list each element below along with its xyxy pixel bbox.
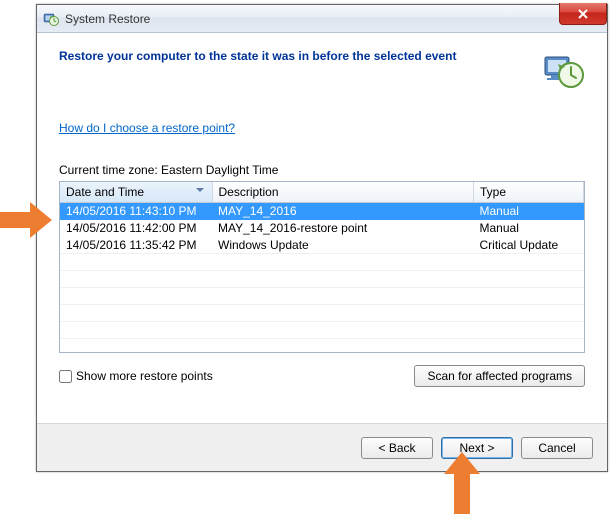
titlebar: System Restore (37, 5, 607, 33)
table-row[interactable]: 14/05/2016 11:42:00 PMMAY_14_2016-restor… (60, 220, 584, 237)
table-row[interactable]: 14/05/2016 11:35:42 PMWindows UpdateCrit… (60, 237, 584, 254)
cell-type: Manual (474, 220, 584, 237)
scan-affected-button[interactable]: Scan for affected programs (414, 365, 585, 387)
table-row-empty (60, 288, 584, 305)
help-link[interactable]: How do I choose a restore point? (59, 121, 235, 135)
column-label: Description (219, 185, 279, 199)
cell-description: MAY_14_2016 (212, 203, 474, 220)
cell-type: Critical Update (474, 237, 584, 254)
back-button[interactable]: < Back (361, 437, 433, 459)
restore-large-icon (541, 47, 585, 91)
wizard-footer: < Back Next > Cancel (37, 423, 607, 471)
system-restore-window: System Restore Restore your computer to … (36, 4, 608, 472)
sort-descending-icon (196, 188, 204, 192)
show-more-label: Show more restore points (76, 369, 213, 383)
cancel-button[interactable]: Cancel (521, 437, 593, 459)
table-row-empty (60, 305, 584, 322)
cell-datetime: 14/05/2016 11:42:00 PM (60, 220, 212, 237)
cell-type: Manual (474, 203, 584, 220)
table-row[interactable]: 14/05/2016 11:43:10 PMMAY_14_2016Manual (60, 203, 584, 220)
table-row-empty (60, 254, 584, 271)
show-more-checkbox-input[interactable] (59, 370, 72, 383)
system-restore-icon (43, 11, 59, 27)
page-heading: Restore your computer to the state it wa… (59, 49, 456, 63)
column-header-description[interactable]: Description (212, 182, 474, 203)
cell-description: MAY_14_2016-restore point (212, 220, 474, 237)
annotation-arrow-row (0, 202, 54, 238)
cell-description: Windows Update (212, 237, 474, 254)
timezone-label: Current time zone: Eastern Daylight Time (59, 163, 585, 177)
restore-points-table[interactable]: Date and Time Description Type 14/05/201… (59, 181, 585, 353)
window-title: System Restore (65, 12, 150, 26)
column-header-datetime[interactable]: Date and Time (60, 182, 212, 203)
column-label: Date and Time (66, 185, 144, 199)
table-row-empty (60, 339, 584, 354)
cell-datetime: 14/05/2016 11:35:42 PM (60, 237, 212, 254)
table-row-empty (60, 322, 584, 339)
table-row-empty (60, 271, 584, 288)
column-label: Type (480, 185, 506, 199)
content-area: Restore your computer to the state it wa… (37, 33, 607, 423)
show-more-checkbox[interactable]: Show more restore points (59, 369, 213, 383)
close-button[interactable] (559, 3, 607, 25)
cell-datetime: 14/05/2016 11:43:10 PM (60, 203, 212, 220)
column-header-type[interactable]: Type (474, 182, 584, 203)
annotation-arrow-next (444, 452, 480, 512)
